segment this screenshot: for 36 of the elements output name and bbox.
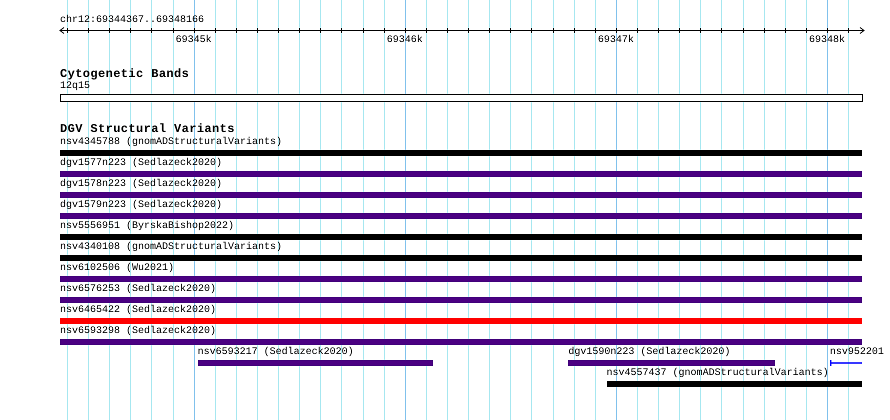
track-title: Cytogenetic Bands <box>60 68 190 81</box>
feature-label: nsv4340108 (gnomADStructuralVariants) <box>60 242 282 254</box>
feature-bar[interactable] <box>60 276 862 282</box>
feature-bar[interactable] <box>60 234 862 240</box>
feature-bar[interactable] <box>60 171 862 177</box>
feature-label: nsv6593217 (Sedlazeck2020) <box>198 347 354 359</box>
feature-label: dgv1590n223 (Sedlazeck2020) <box>568 347 730 359</box>
tick-label: 69348k <box>808 35 845 47</box>
feature-bar[interactable] <box>60 297 862 303</box>
feature-label: nsv6593298 (Sedlazeck2020) <box>60 326 216 338</box>
tick-label: 69347k <box>598 35 634 47</box>
feature-bar[interactable] <box>60 150 862 156</box>
track-title: DGV Structural Variants <box>60 123 235 136</box>
tick-label: 69346k <box>386 35 423 47</box>
feature-label: nsv6102506 (Wu2021) <box>60 263 174 275</box>
feature-bar[interactable] <box>60 192 862 198</box>
position-label: chr12:69344367..69348166 <box>60 15 204 27</box>
feature-bar[interactable] <box>60 213 862 219</box>
feature-label: nsv4345788 (gnomADStructuralVariants) <box>60 137 282 149</box>
feature-line[interactable] <box>830 360 862 366</box>
tick-label: 69345k <box>176 35 212 47</box>
feature-label: nsv6465422 (Sedlazeck2020) <box>60 305 216 317</box>
feature-label: dgv1579n223 (Sedlazeck2020) <box>60 200 222 212</box>
feature-bar[interactable] <box>60 255 862 261</box>
feature-label: dgv1577n223 (Sedlazeck2020) <box>60 158 222 170</box>
feature-bar[interactable] <box>606 381 862 387</box>
feature-label: nsv6576253 (Sedlazeck2020) <box>60 284 216 296</box>
band-label: 12q15 <box>60 81 90 93</box>
feature-label: nsv952201 <box>830 347 884 359</box>
feature-label: dgv1578n223 (Sedlazeck2020) <box>60 179 222 191</box>
feature-bar[interactable] <box>568 360 775 366</box>
feature-bar[interactable] <box>60 339 862 345</box>
feature-label: nsv4557437 (gnomADStructuralVariants) <box>606 368 829 380</box>
feature-label: nsv5556951 (ByrskaBishop2022) <box>60 221 234 233</box>
feature-bar[interactable] <box>198 360 434 366</box>
feature-bar[interactable] <box>60 318 862 324</box>
